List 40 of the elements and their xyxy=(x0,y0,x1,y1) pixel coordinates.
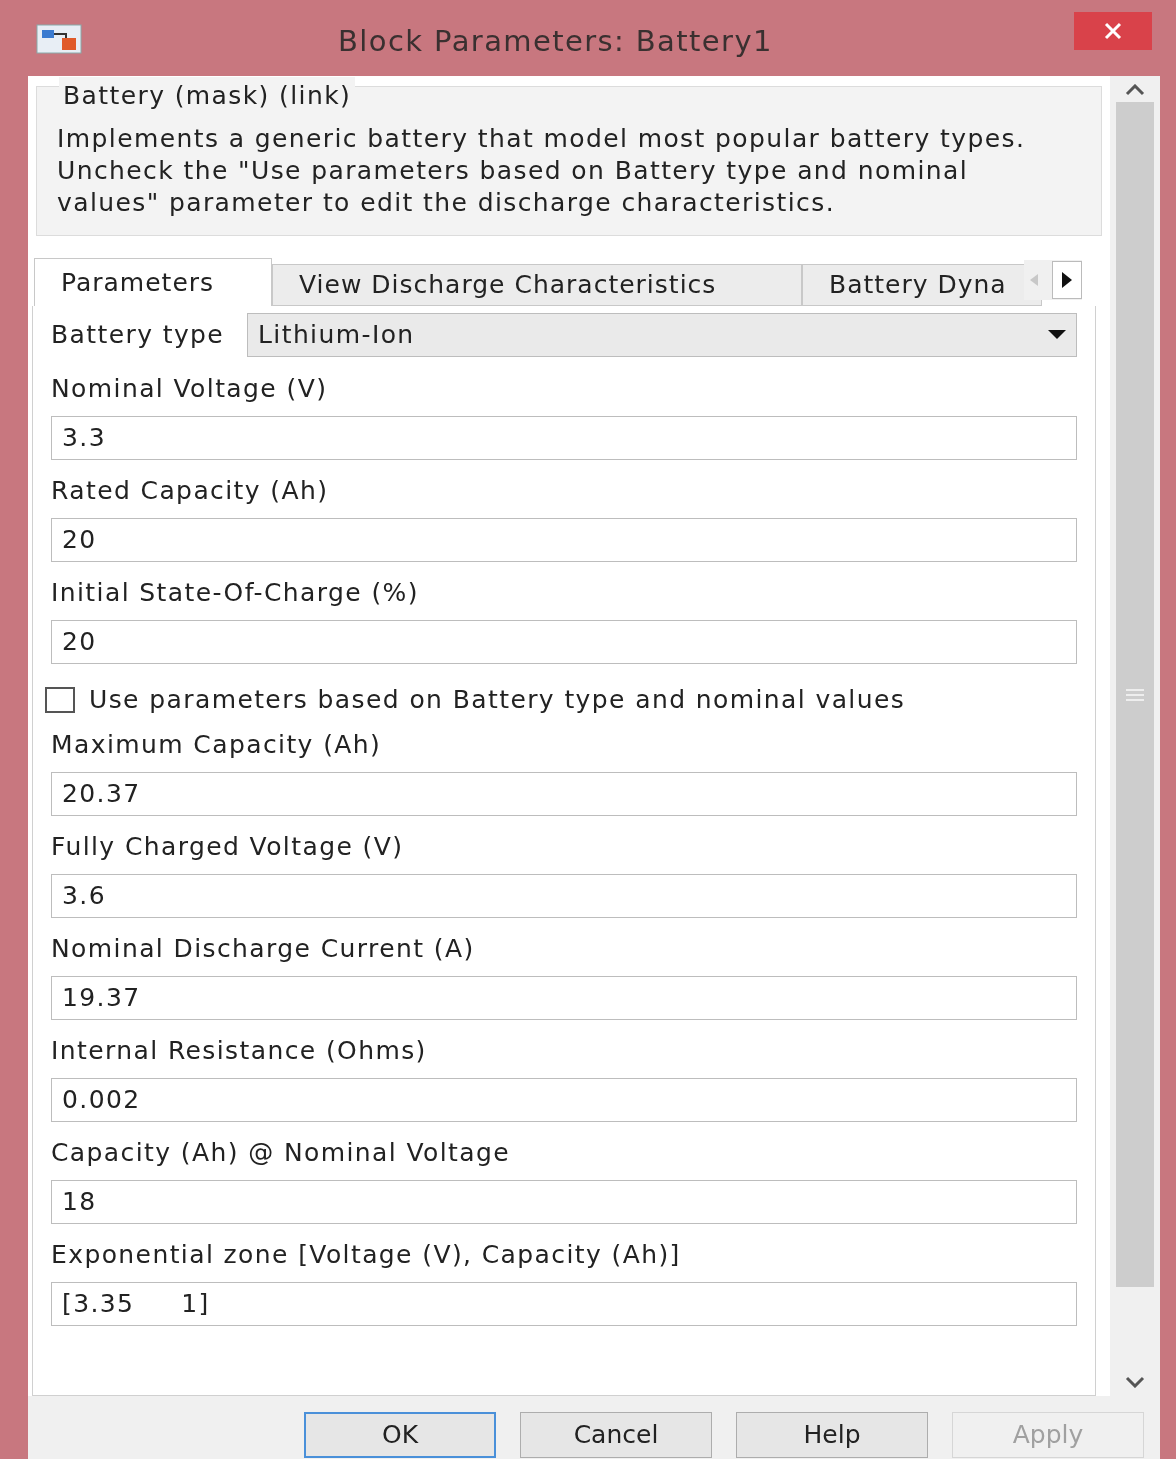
scroll-right-button[interactable] xyxy=(1052,261,1082,299)
input-field[interactable]: [3.35 1] xyxy=(51,1282,1077,1326)
input-field[interactable]: 19.37 xyxy=(51,976,1077,1020)
app-icon xyxy=(36,24,82,54)
scrollbar-thumb[interactable] xyxy=(1116,102,1154,1287)
field-label: Rated Capacity (Ah) xyxy=(51,475,329,506)
dialog-button[interactable]: OK xyxy=(304,1412,496,1458)
input-field[interactable]: 3.3 xyxy=(51,416,1077,460)
right-arrow-icon xyxy=(1060,271,1074,289)
field-label: Maximum Capacity (Ah) xyxy=(51,729,382,760)
dialog-button[interactable]: Cancel xyxy=(520,1412,712,1458)
input-field[interactable]: 0.002 xyxy=(51,1078,1077,1122)
field-label: Nominal Voltage (V) xyxy=(51,373,328,404)
scroll-down-icon[interactable] xyxy=(1125,1376,1145,1388)
input-field[interactable]: 3.6 xyxy=(51,874,1077,918)
checkbox-label: Use parameters based on Battery type and nominal values xyxy=(89,684,906,717)
close-button[interactable] xyxy=(1074,12,1152,50)
window-title: Block Parameters: Battery1 xyxy=(338,23,773,60)
field-label: Nominal Discharge Current (A) xyxy=(51,933,475,964)
close-icon xyxy=(1104,22,1122,40)
battery-type-dropdown[interactable]: Lithium-Ion xyxy=(247,313,1077,357)
description-text: Implements a generic battery that model most popular battery types. Uncheck the "Use parameters based on Battery type and nominal values" parameter to edit the discharge characteristics. xyxy=(57,123,1027,219)
input-field[interactable]: 18 xyxy=(51,1180,1077,1224)
tab[interactable]: Battery Dyna xyxy=(802,264,1042,306)
input-field[interactable]: 20.37 xyxy=(51,772,1077,816)
dropdown-arrow-icon xyxy=(1048,330,1066,340)
field-label: Battery type xyxy=(51,319,226,352)
field-label: Internal Resistance (Ohms) xyxy=(51,1035,427,1066)
field-label: Initial State-Of-Charge (%) xyxy=(51,577,419,608)
dialog-button[interactable]: Help xyxy=(736,1412,928,1458)
field-label: Exponential zone [Voltage (V), Capacity (Ah)] xyxy=(51,1239,681,1270)
input-field[interactable]: 20 xyxy=(51,518,1077,562)
checkbox[interactable] xyxy=(45,687,75,713)
input-field[interactable]: 20 xyxy=(51,620,1077,664)
field-label: Fully Charged Voltage (V) xyxy=(51,831,404,862)
tab[interactable]: View Discharge Characteristics xyxy=(272,264,802,306)
field-label: Capacity (Ah) @ Nominal Voltage xyxy=(51,1137,511,1168)
scroll-up-icon[interactable] xyxy=(1125,84,1145,96)
tab[interactable]: Parameters xyxy=(34,258,272,306)
grip-icon xyxy=(1126,687,1144,702)
